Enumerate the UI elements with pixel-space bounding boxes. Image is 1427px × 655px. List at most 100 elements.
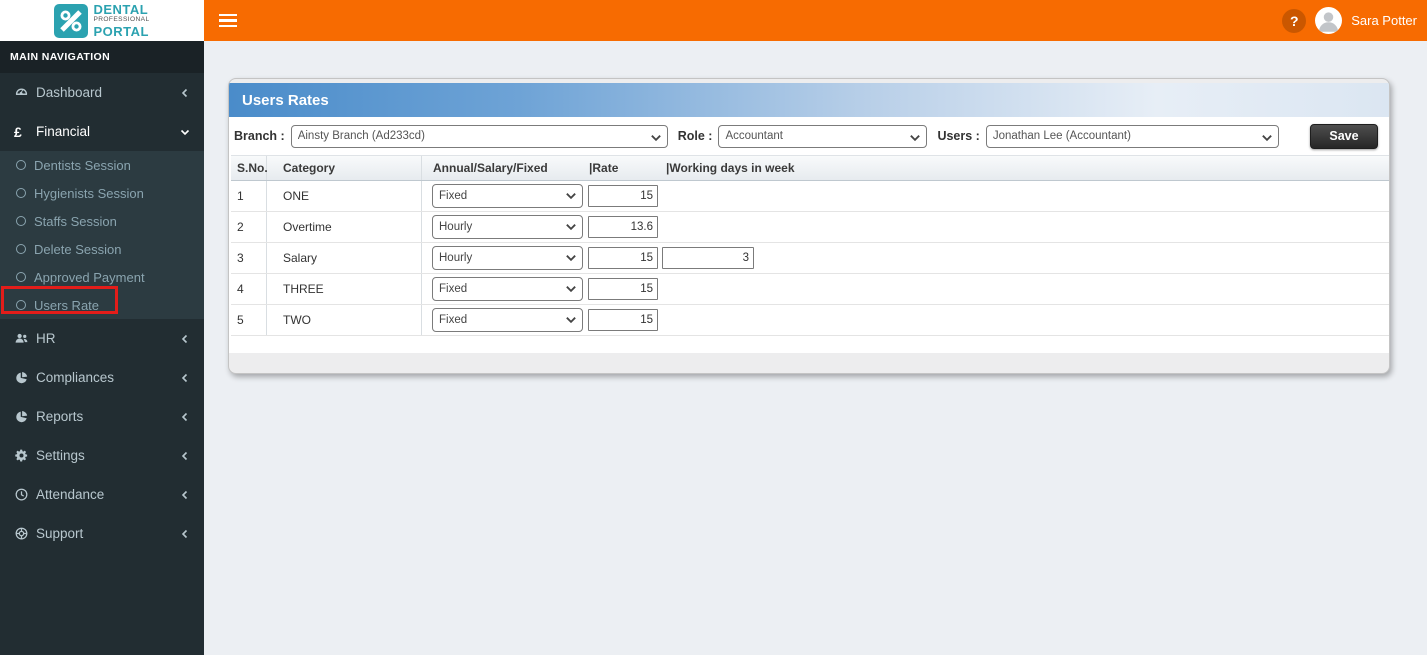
brand-wordmark: DENTAL PROFESSIONAL PORTAL <box>93 3 149 38</box>
circle-icon <box>16 272 26 282</box>
users-select[interactable]: Jonathan Lee (Accountant) <box>985 124 1279 148</box>
table-row: 1 ONE Fixed <box>231 181 1389 212</box>
sidebar: DENTAL PROFESSIONAL PORTAL MAIN NAVIGATI… <box>0 0 204 655</box>
cell-sno: 5 <box>231 305 267 335</box>
cell-category: ONE <box>267 181 422 211</box>
header-working-days: |Working days in week <box>666 161 795 175</box>
chevron-left-icon <box>180 373 190 383</box>
cell-sno: 2 <box>231 212 267 242</box>
panel-footer <box>229 353 1389 373</box>
chevron-left-icon <box>180 451 190 461</box>
sidebar-item-label: Financial <box>36 124 91 139</box>
sidebar-item-compliances[interactable]: Compliances <box>0 358 204 397</box>
sidebar-item-label: Support <box>36 526 84 541</box>
table-row: 3 Salary Hourly <box>231 243 1389 274</box>
nav-section-label: MAIN NAVIGATION <box>0 41 204 73</box>
table-row: 4 THREE Fixed <box>231 274 1389 305</box>
chevron-left-icon <box>180 334 190 344</box>
cell-category: Salary <box>267 243 422 273</box>
sidebar-subitem-approved-payment[interactable]: Approved Payment <box>0 263 204 291</box>
rate-input[interactable] <box>588 185 658 207</box>
type-select[interactable]: Fixed <box>432 277 583 301</box>
rate-input[interactable] <box>588 247 658 269</box>
user-avatar[interactable] <box>1315 7 1343 34</box>
table-row: 2 Overtime Hourly <box>231 212 1389 243</box>
sidebar-item-label: Dashboard <box>36 85 103 100</box>
sidebar-subitem-dentists-session[interactable]: Dentists Session <box>0 151 204 179</box>
header-rate: |Rate <box>589 161 619 175</box>
panel-title: Users Rates <box>229 83 1389 117</box>
sidebar-item-label: HR <box>36 331 56 346</box>
subitem-label: Approved Payment <box>34 269 145 285</box>
type-select[interactable]: Fixed <box>432 184 583 208</box>
sidebar-subitem-users-rate[interactable]: Users Rate <box>0 291 204 319</box>
sidebar-subitem-staffs-session[interactable]: Staffs Session <box>0 207 204 235</box>
brand-line3: PORTAL <box>93 23 149 39</box>
sidebar-subitem-delete-session[interactable]: Delete Session <box>0 235 204 263</box>
branch-label: Branch : <box>234 129 285 143</box>
subitem-label: Staffs Session <box>34 213 117 229</box>
cell-category: THREE <box>267 274 422 304</box>
app-logo[interactable]: DENTAL PROFESSIONAL PORTAL <box>0 0 204 41</box>
type-select[interactable]: Fixed <box>432 308 583 332</box>
main-content: Users Rates Branch : Ainsty Branch (Ad23… <box>204 41 1427 655</box>
branch-select[interactable]: Ainsty Branch (Ad233cd) <box>290 124 668 148</box>
brand-line1: DENTAL <box>93 2 149 18</box>
cell-sno: 3 <box>231 243 267 273</box>
type-select[interactable]: Hourly <box>432 246 583 270</box>
help-icon[interactable]: ? <box>1282 8 1307 33</box>
sidebar-item-label: Compliances <box>36 370 115 385</box>
table-row: 5 TWO Fixed <box>231 305 1389 336</box>
role-label: Role : <box>677 129 713 143</box>
sidebar-item-label: Attendance <box>36 487 105 502</box>
pound-icon: £ <box>14 123 22 140</box>
type-select[interactable]: Hourly <box>432 215 583 239</box>
sidebar-item-support[interactable]: Support <box>0 514 204 553</box>
users-label: Users : <box>937 129 980 143</box>
pie-chart-icon <box>14 370 36 385</box>
brand-line2: PROFESSIONAL <box>93 16 150 24</box>
header-category: Category <box>267 156 422 180</box>
sidebar-item-label: Reports <box>36 409 84 424</box>
chevron-down-icon <box>180 127 190 137</box>
users-icon <box>14 331 36 346</box>
cell-category: Overtime <box>267 212 422 242</box>
panel-body: Branch : Ainsty Branch (Ad233cd) Role : … <box>229 117 1389 353</box>
save-button[interactable]: Save <box>1310 123 1378 149</box>
gauge-icon <box>14 85 36 100</box>
chevron-left-icon <box>180 490 190 500</box>
working-days-input[interactable] <box>662 247 754 269</box>
sidebar-item-label: Settings <box>36 448 85 463</box>
sidebar-item-reports[interactable]: Reports <box>0 397 204 436</box>
sidebar-item-financial[interactable]: £ Financial <box>0 112 204 151</box>
rate-input[interactable] <box>588 309 658 331</box>
hamburger-menu-icon[interactable] <box>219 6 253 36</box>
users-rates-panel: Users Rates Branch : Ainsty Branch (Ad23… <box>228 78 1390 374</box>
financial-submenu: Dentists Session Hygienists Session Staf… <box>0 151 204 319</box>
rate-input[interactable] <box>588 278 658 300</box>
user-name[interactable]: Sara Potter <box>1351 13 1417 28</box>
circle-icon <box>16 244 26 254</box>
subitem-label: Delete Session <box>34 241 122 257</box>
circle-icon <box>16 216 26 226</box>
chevron-left-icon <box>180 529 190 539</box>
role-select[interactable]: Accountant <box>718 124 928 148</box>
life-ring-icon <box>14 526 36 541</box>
subitem-label: Hygienists Session <box>34 185 144 201</box>
chevron-left-icon <box>180 412 190 422</box>
brand-percent-icon <box>54 3 89 38</box>
sidebar-item-hr[interactable]: HR <box>0 319 204 358</box>
clock-icon <box>14 487 36 502</box>
sidebar-item-dashboard[interactable]: Dashboard <box>0 73 204 112</box>
rate-input[interactable] <box>588 216 658 238</box>
sidebar-item-settings[interactable]: Settings <box>0 436 204 475</box>
header-sno: S.No. <box>231 156 268 180</box>
header-type: Annual/Salary/Fixed <box>433 161 548 175</box>
circle-icon <box>16 188 26 198</box>
filter-bar: Branch : Ainsty Branch (Ad233cd) Role : … <box>229 117 1389 155</box>
cell-sno: 1 <box>231 181 267 211</box>
topbar: ? Sara Potter <box>204 0 1427 41</box>
sidebar-subitem-hygienists-session[interactable]: Hygienists Session <box>0 179 204 207</box>
table-header-row: S.No. Category Annual/Salary/Fixed |Rate… <box>231 155 1389 181</box>
sidebar-item-attendance[interactable]: Attendance <box>0 475 204 514</box>
